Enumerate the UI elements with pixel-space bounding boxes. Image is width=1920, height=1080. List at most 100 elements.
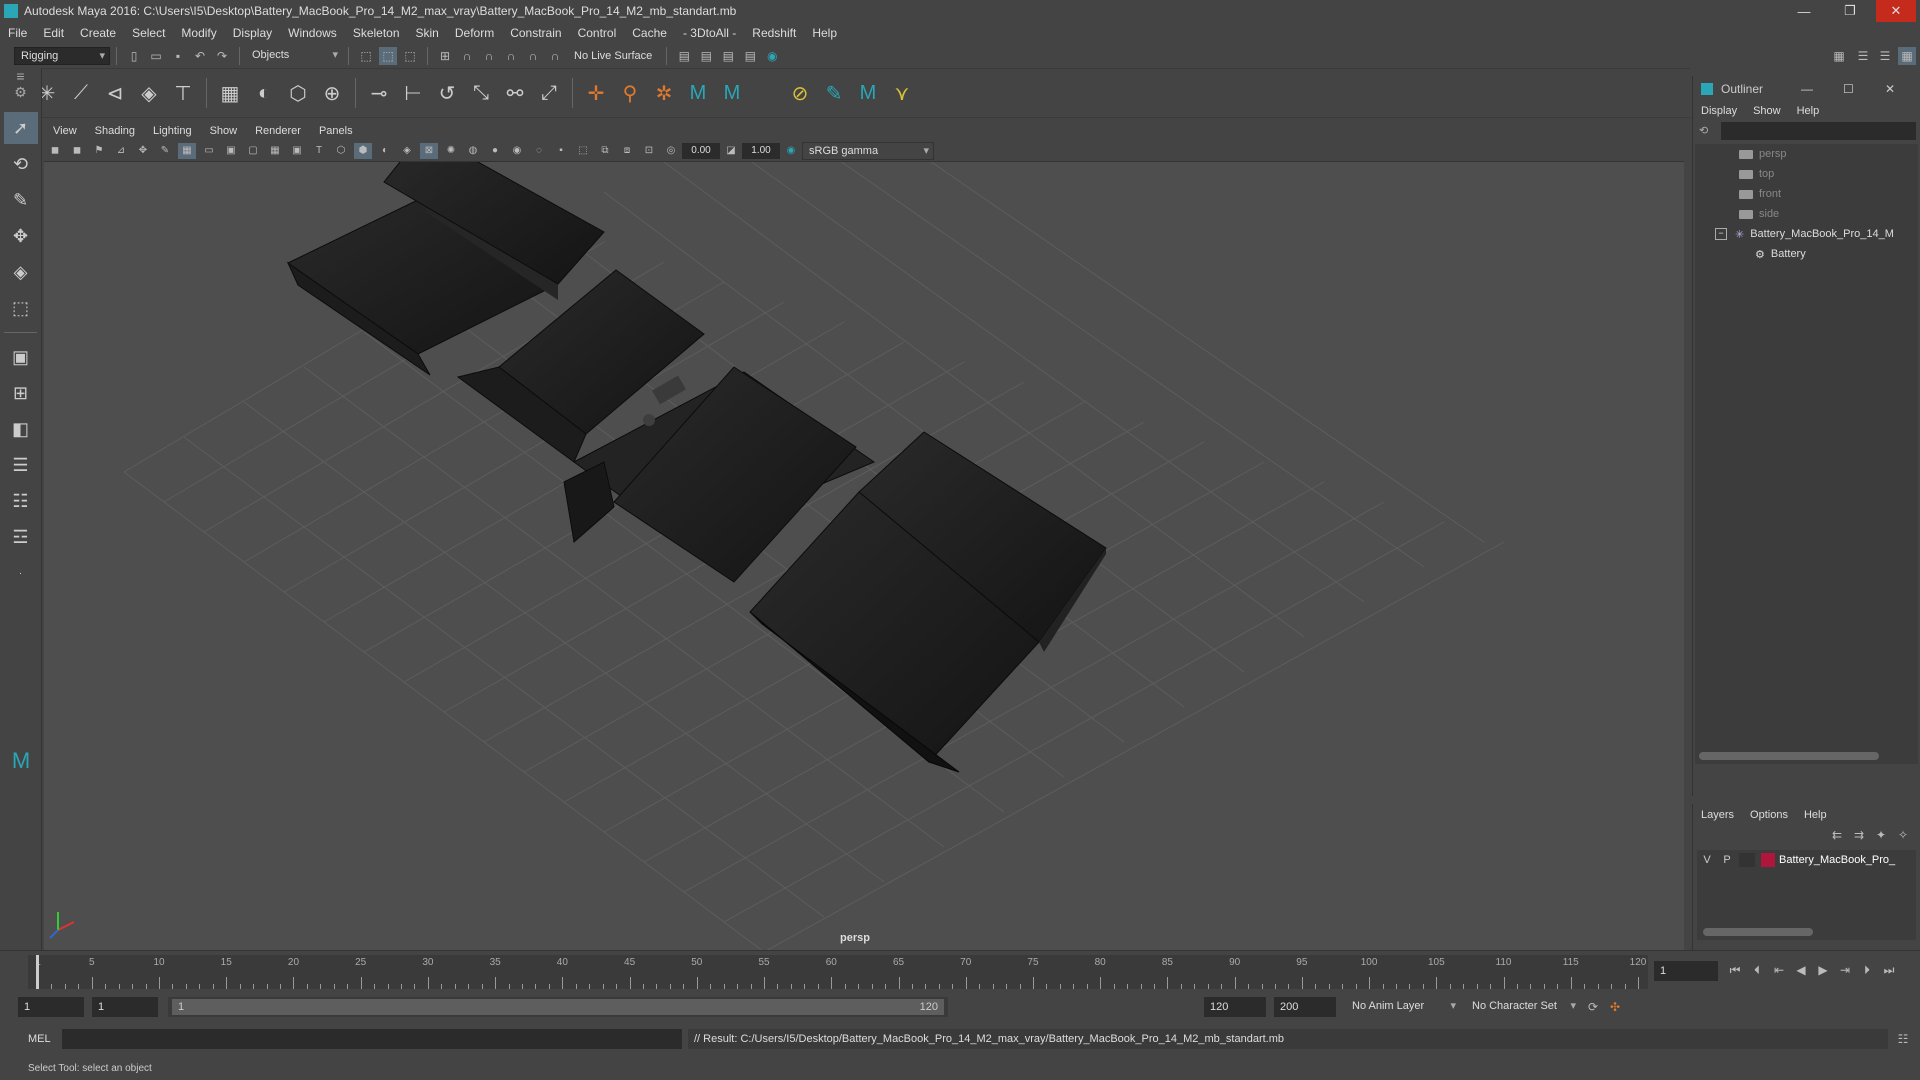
image-plane-icon[interactable]: ⊿	[112, 143, 130, 159]
step-back-key-icon[interactable]: ⇤	[1770, 961, 1788, 979]
layer-name[interactable]: Battery_MacBook_Pro_	[1779, 854, 1895, 866]
orient-joint-icon[interactable]: ⊤	[168, 78, 198, 108]
depth-of-field-icon[interactable]: ▪	[552, 143, 570, 159]
outliner-hscrollbar[interactable]	[1699, 752, 1879, 760]
hypershade-layout-icon[interactable]: ☲	[4, 521, 38, 553]
menu-3dtoall[interactable]: - 3DtoAll -	[675, 26, 744, 40]
two-d-pan-icon[interactable]: ✥	[134, 143, 152, 159]
pole-vector-icon[interactable]: ⤢	[534, 78, 564, 108]
blend-shape-icon[interactable]: ⊘	[785, 78, 815, 108]
animation-preferences-icon[interactable]: ✣	[1606, 998, 1624, 1016]
menu-help[interactable]: Help	[804, 26, 845, 40]
use-all-lights-icon[interactable]: ✺	[442, 143, 460, 159]
menu-skeleton[interactable]: Skeleton	[345, 26, 408, 40]
tool-settings-icon[interactable]: ☰	[1876, 47, 1894, 65]
menu-select[interactable]: Select	[124, 26, 173, 40]
panel-menu-show[interactable]: Show	[201, 125, 247, 137]
shadows-icon[interactable]: ◍	[464, 143, 482, 159]
color-management-icon[interactable]: ◉	[782, 143, 800, 159]
persp-outliner-icon[interactable]: ☰	[4, 449, 38, 481]
go-to-end-icon[interactable]: ⏭	[1880, 961, 1898, 979]
range-slider-handle[interactable]: 1 120	[172, 999, 944, 1015]
auto-key-icon[interactable]: ⟳	[1584, 998, 1602, 1016]
shelf-options-icon[interactable]: ≡ ⚙	[0, 68, 41, 108]
resolution-gate-icon[interactable]: ▣	[222, 143, 240, 159]
outliner-item-group[interactable]: − ✳ Battery_MacBook_Pro_14_M	[1695, 224, 1918, 244]
script-editor-icon[interactable]: ☷	[1894, 1030, 1912, 1048]
outliner-item-battery[interactable]: ⚙ Battery	[1695, 244, 1918, 264]
grease-pencil-icon[interactable]: ✎	[156, 143, 174, 159]
selection-mode-dropdown[interactable]: Objects	[246, 47, 342, 65]
live-surface-label[interactable]: No Live Surface	[574, 50, 652, 62]
outliner-menu-help[interactable]: Help	[1789, 105, 1828, 117]
new-layer-selected-icon[interactable]: ✦	[1872, 826, 1890, 844]
menu-display[interactable]: Display	[225, 26, 280, 40]
move-layer-down-icon[interactable]: ⇉	[1850, 826, 1868, 844]
undo-icon[interactable]: ↶	[191, 47, 209, 65]
step-back-frame-icon[interactable]: ⏴	[1748, 961, 1766, 979]
textured-icon[interactable]: ⊠	[420, 142, 438, 159]
outliner-item-side[interactable]: side	[1695, 204, 1918, 224]
outliner-menu-show[interactable]: Show	[1745, 105, 1789, 117]
playback-end-field[interactable]: 120	[1204, 997, 1266, 1017]
menu-create[interactable]: Create	[72, 26, 124, 40]
layers-menu-layers[interactable]: Layers	[1693, 809, 1742, 821]
script-language-label[interactable]: MEL	[28, 1033, 60, 1045]
paint-weights-icon[interactable]: ◐	[249, 78, 279, 108]
channel-box-icon[interactable]: ▦	[1898, 47, 1916, 65]
move-tool-icon[interactable]: ✥	[4, 220, 38, 252]
layers-menu-options[interactable]: Options	[1742, 809, 1796, 821]
motion-blur-icon[interactable]: ◉	[508, 143, 526, 159]
menu-redshift[interactable]: Redshift	[744, 26, 804, 40]
viewport-3d[interactable]: persp	[44, 162, 1684, 950]
layer-playback-toggle[interactable]: P	[1717, 854, 1737, 866]
safe-action-icon[interactable]: ▣	[288, 143, 306, 159]
color-space-dropdown[interactable]: sRGB gamma	[802, 141, 934, 160]
isolate-select-icon[interactable]: ⬚	[574, 143, 592, 159]
outliner-item-persp[interactable]: persp	[1695, 144, 1918, 164]
ik-spline-icon[interactable]: ⊲	[100, 78, 130, 108]
deformer-icon[interactable]: M	[853, 78, 883, 108]
layer-row[interactable]: V P Battery_MacBook_Pro_	[1697, 850, 1916, 870]
outliner-item-top[interactable]: top	[1695, 164, 1918, 184]
save-scene-icon[interactable]: ▪	[169, 47, 187, 65]
outliner-item-front[interactable]: front	[1695, 184, 1918, 204]
snap-grid-icon[interactable]: ⊞	[436, 47, 454, 65]
menu-skin[interactable]: Skin	[408, 26, 447, 40]
render-frame-icon[interactable]: ▤	[697, 47, 715, 65]
end-time-field[interactable]: 200	[1274, 997, 1336, 1017]
outliner-minimize-icon[interactable]: —	[1801, 82, 1813, 96]
wrap-icon[interactable]: ⋎	[887, 78, 917, 108]
go-to-start-icon[interactable]: ⏮	[1726, 961, 1744, 979]
wireframe-icon[interactable]: ⬡	[332, 143, 350, 159]
layer-visibility-toggle[interactable]: V	[1697, 854, 1717, 866]
play-forward-icon[interactable]: ▶	[1814, 961, 1832, 979]
current-frame-field[interactable]: 1	[1654, 961, 1718, 981]
command-input[interactable]	[62, 1029, 682, 1049]
panel-menu-renderer[interactable]: Renderer	[246, 125, 310, 137]
multisample-aa-icon[interactable]: ◌	[530, 143, 548, 159]
joint-label-icon[interactable]: ⚲	[615, 78, 645, 108]
snap-view-icon[interactable]: ∩	[502, 47, 520, 65]
panel-menu-panels[interactable]: Panels	[310, 125, 362, 137]
screen-space-ao-icon[interactable]: ●	[486, 143, 504, 159]
panel-menu-view[interactable]: View	[44, 125, 86, 137]
select-object-icon[interactable]: ⬚	[379, 47, 397, 65]
collapse-icon[interactable]: −	[1715, 228, 1727, 240]
single-view-icon[interactable]: ▣	[4, 341, 38, 373]
layer-type-toggle[interactable]	[1739, 853, 1755, 867]
default-material-icon[interactable]: ◐	[376, 143, 394, 159]
outliner-search-input[interactable]	[1721, 122, 1916, 140]
side-by-side-icon[interactable]: ◧	[4, 413, 38, 445]
snap-live-icon[interactable]: ∩	[546, 47, 564, 65]
outliner-filter-icon[interactable]: ⟲	[1699, 124, 1708, 137]
step-forward-key-icon[interactable]: ⇥	[1836, 961, 1854, 979]
lattice-icon[interactable]: ⬡	[283, 78, 313, 108]
start-time-field[interactable]: 1	[18, 997, 84, 1017]
ipr-render-icon[interactable]: ▤	[719, 47, 737, 65]
gamma-field[interactable]: 1.00	[742, 142, 780, 159]
bookmark-icon[interactable]: ⚑	[90, 143, 108, 159]
step-forward-frame-icon[interactable]: ⏵	[1858, 961, 1876, 979]
safe-title-icon[interactable]: T	[310, 143, 328, 159]
wireframe-on-shaded-icon[interactable]: ◈	[398, 143, 416, 159]
